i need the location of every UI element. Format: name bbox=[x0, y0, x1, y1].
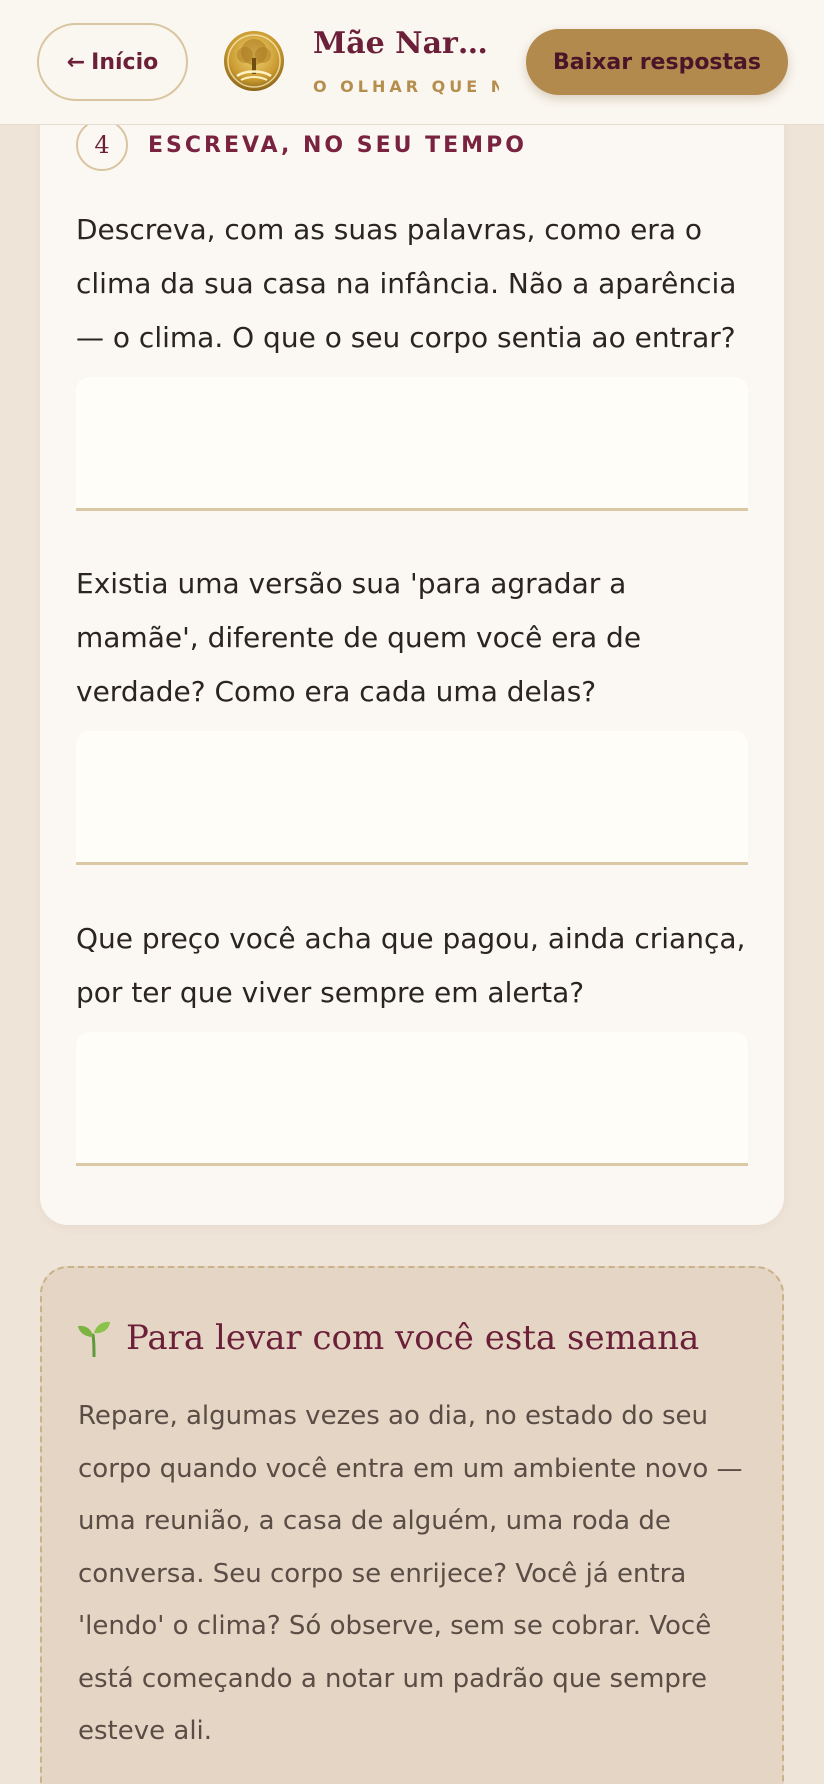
step-number-badge: 4 bbox=[76, 119, 128, 171]
takeaway-title-text: Para levar com você esta semana bbox=[126, 1318, 700, 1358]
question-1: Descreva, com as suas palavras, como era… bbox=[76, 213, 737, 354]
home-button-label: Início bbox=[91, 49, 159, 75]
answer-field-2[interactable] bbox=[76, 731, 748, 865]
brand-title: Mãe Narci... bbox=[313, 26, 499, 61]
brand-subtitle: O OLHAR QUE N bbox=[313, 77, 499, 96]
home-button[interactable]: ← Início bbox=[37, 23, 188, 101]
answer-field-3[interactable] bbox=[76, 1032, 748, 1166]
download-answers-button[interactable]: Baixar respostas bbox=[526, 29, 788, 95]
step-header: 4 ESCREVA, NO SEU TEMPO bbox=[76, 119, 527, 171]
question-2: Existia uma versão sua 'para agradar a m… bbox=[76, 567, 642, 708]
step-label: ESCREVA, NO SEU TEMPO bbox=[148, 132, 527, 158]
question-3: Que preço você acha que pagou, ainda cri… bbox=[76, 922, 746, 1009]
takeaway-body: Repare, algumas vezes ao dia, no estado … bbox=[78, 1401, 743, 1746]
takeaway-title: Para levar com você esta semana bbox=[76, 1318, 699, 1358]
top-header: ← Início Mãe Narci... O OLHAR QUE N Baix… bbox=[0, 0, 824, 125]
golden-tree-icon bbox=[224, 31, 284, 91]
arrow-left-icon: ← bbox=[66, 49, 86, 75]
sprout-icon bbox=[78, 1321, 110, 1357]
answer-field-1[interactable] bbox=[76, 377, 748, 511]
